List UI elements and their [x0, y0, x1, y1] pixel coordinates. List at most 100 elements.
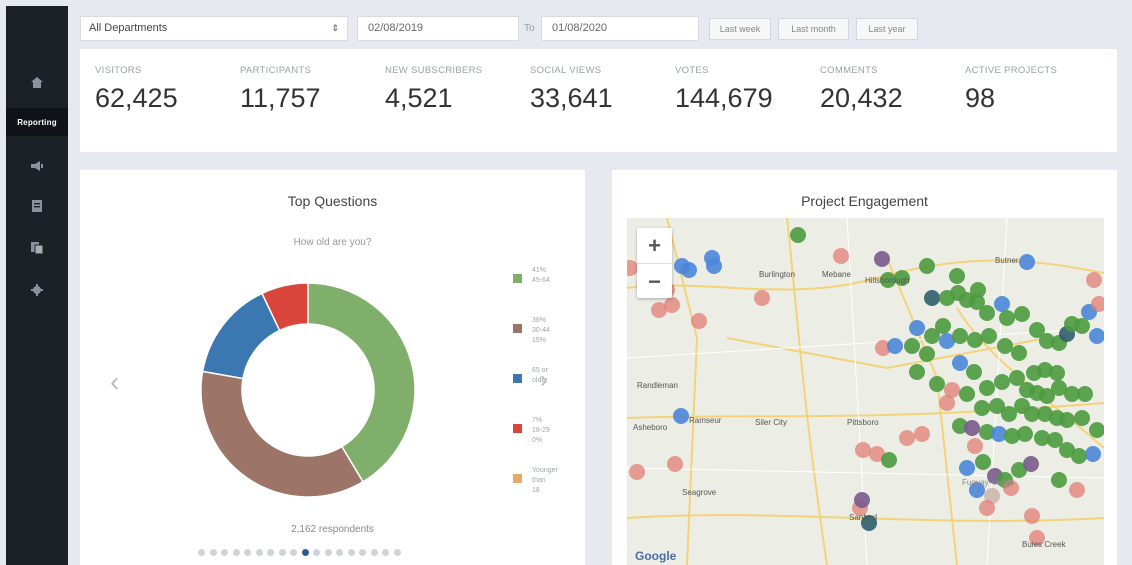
pager-dot[interactable] — [382, 549, 389, 556]
map-pin[interactable] — [706, 258, 722, 274]
map-pin[interactable] — [790, 227, 806, 243]
map-pin[interactable] — [1019, 254, 1035, 270]
pager-dot[interactable] — [313, 549, 320, 556]
document-icon[interactable] — [6, 192, 68, 220]
map-pin[interactable] — [1086, 272, 1102, 288]
map-pin[interactable] — [959, 386, 975, 402]
map-pin[interactable] — [664, 297, 680, 313]
map-pin[interactable] — [994, 296, 1010, 312]
map-pin[interactable] — [909, 320, 925, 336]
map-pin[interactable] — [974, 400, 990, 416]
map-pin[interactable] — [997, 338, 1013, 354]
department-select[interactable]: All Departments ⇕ — [80, 16, 348, 41]
map-pin[interactable] — [914, 426, 930, 442]
map-pin[interactable] — [979, 500, 995, 516]
map-pin[interactable] — [1069, 482, 1085, 498]
map-pin[interactable] — [1051, 472, 1067, 488]
map-pin[interactable] — [1017, 426, 1033, 442]
donut-slice-45-64[interactable] — [307, 282, 416, 483]
pager-dot[interactable] — [301, 549, 309, 556]
map-pin[interactable] — [754, 290, 770, 306]
last-month-button[interactable]: Last month — [778, 18, 849, 40]
map-pin[interactable] — [1023, 456, 1039, 472]
pager-dot[interactable] — [221, 549, 228, 556]
map-pin[interactable] — [952, 355, 968, 371]
pager-dot[interactable] — [278, 549, 286, 556]
pager-dot[interactable] — [244, 549, 251, 556]
map-pin[interactable] — [833, 248, 849, 264]
pager-dot[interactable] — [232, 549, 240, 556]
pager-dot[interactable] — [255, 549, 263, 556]
map-pin[interactable] — [929, 376, 945, 392]
map-pin[interactable] — [999, 310, 1015, 326]
map-pin[interactable] — [673, 408, 689, 424]
map-pin[interactable] — [981, 328, 997, 344]
map-pin[interactable] — [1014, 306, 1030, 322]
chevron-left-icon[interactable]: ‹ — [110, 366, 119, 398]
last-week-button[interactable]: Last week — [709, 18, 771, 40]
map-pin[interactable] — [667, 456, 683, 472]
map-pin[interactable] — [994, 374, 1010, 390]
gear-icon[interactable] — [6, 276, 68, 304]
map-pin[interactable] — [924, 290, 940, 306]
map-pin[interactable] — [854, 492, 870, 508]
map-pin[interactable] — [979, 380, 995, 396]
megaphone-icon[interactable] — [6, 152, 68, 180]
pager-dot[interactable] — [336, 549, 343, 556]
map-pin[interactable] — [1074, 318, 1090, 334]
donut-slice-30-44[interactable] — [200, 370, 364, 498]
zoom-in-button[interactable]: + — [637, 228, 672, 263]
map-pin[interactable] — [935, 318, 951, 334]
map-pin[interactable] — [904, 338, 920, 354]
date-from-input[interactable]: 02/08/2019 — [357, 16, 519, 41]
home-icon[interactable] — [6, 68, 68, 96]
pages-icon[interactable] — [6, 234, 68, 262]
map-pin[interactable] — [1074, 410, 1090, 426]
map-pin[interactable] — [1011, 345, 1027, 361]
pager-dot[interactable] — [324, 549, 332, 556]
map-pin[interactable] — [1085, 446, 1101, 462]
pager-dot[interactable] — [198, 549, 205, 556]
map-pin[interactable] — [629, 464, 645, 480]
map-pin[interactable] — [979, 305, 995, 321]
map-pin[interactable] — [967, 332, 983, 348]
date-to-input[interactable]: 01/08/2020 — [541, 16, 699, 41]
pager-dot[interactable] — [359, 549, 366, 556]
map-pin[interactable] — [919, 258, 935, 274]
engagement-map[interactable]: + − Burlington Mebane Hillsborough Butne… — [627, 218, 1104, 565]
map-pin[interactable] — [909, 364, 925, 380]
pager-dot[interactable] — [393, 549, 401, 556]
map-pin[interactable] — [964, 420, 980, 436]
map-pin[interactable] — [681, 262, 697, 278]
map-pin[interactable] — [855, 442, 871, 458]
map-pin[interactable] — [952, 328, 968, 344]
map-pin[interactable] — [881, 452, 897, 468]
map-pin[interactable] — [939, 395, 955, 411]
map-pin[interactable] — [966, 364, 982, 380]
map-pin[interactable] — [887, 338, 903, 354]
pager-dot[interactable] — [370, 549, 378, 556]
map-pin[interactable] — [1077, 386, 1093, 402]
map-pin[interactable] — [1049, 365, 1065, 381]
pager-dot[interactable] — [347, 549, 355, 556]
map-pin[interactable] — [967, 438, 983, 454]
pager-dot[interactable] — [209, 549, 217, 556]
sidebar-item-reporting[interactable]: Reporting — [6, 108, 68, 136]
map-pin[interactable] — [1089, 422, 1104, 438]
map-pin[interactable] — [1071, 448, 1087, 464]
map-pin[interactable] — [691, 313, 707, 329]
chevron-right-icon[interactable]: › — [540, 366, 548, 394]
zoom-out-button[interactable]: − — [637, 263, 672, 298]
pager-dot[interactable] — [267, 549, 274, 556]
map-pin[interactable] — [1024, 508, 1040, 524]
map-pin[interactable] — [919, 346, 935, 362]
pager-dot[interactable] — [290, 549, 297, 556]
map-pin[interactable] — [975, 454, 991, 470]
map-pin[interactable] — [1089, 328, 1104, 344]
last-year-button[interactable]: Last year — [856, 18, 918, 40]
map-pin[interactable] — [959, 460, 975, 476]
map-pin[interactable] — [874, 251, 890, 267]
map-pin[interactable] — [899, 430, 915, 446]
map-pin[interactable] — [949, 268, 965, 284]
map-pin[interactable] — [1059, 412, 1075, 428]
